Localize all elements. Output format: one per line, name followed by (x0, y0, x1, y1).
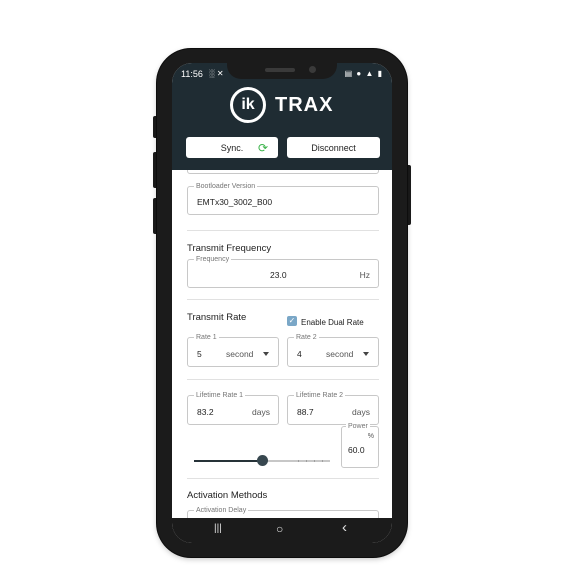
status-time: 11:56 (181, 69, 203, 79)
chevron-down-icon (363, 352, 369, 356)
activation-delay-field[interactable]: Activation Delay (187, 506, 379, 518)
power-label: Power (346, 422, 370, 431)
bootloader-version-value: EMTx30_3002_B00 (197, 197, 273, 207)
bootloader-version-field: Bootloader Version EMTx30_3002_B00 (187, 182, 379, 215)
chevron-down-icon (263, 352, 269, 356)
app-header: 11:56 ░ ✕ ▤ ● ▲ ▮ ik TRAX Sync. ⟳ Discon… (172, 63, 392, 170)
disconnect-button-label: Disconnect (311, 142, 356, 153)
lifetime-rate2-label: Lifetime Rate 2 (294, 391, 346, 400)
activation-methods-title: Activation Methods (187, 490, 268, 501)
rate1-select[interactable]: Rate 1 5 second (187, 333, 279, 367)
logo-text: TRAX (275, 93, 334, 116)
speaker-grille (265, 68, 295, 72)
settings-scroll-area[interactable]: Bootloader Version EMTx30_3002_B00 Trans… (172, 170, 392, 518)
power-slider-thumb[interactable] (257, 455, 268, 466)
phone-screen: 11:56 ░ ✕ ▤ ● ▲ ▮ ik TRAX Sync. ⟳ Discon… (172, 63, 392, 543)
lifetime-rate1-unit: days (252, 407, 270, 417)
rate1-label: Rate 1 (194, 333, 219, 342)
lifetime-rate1-field: Lifetime Rate 1 83.2 days (187, 391, 279, 425)
slider-tick (314, 460, 315, 462)
rate2-value: 4 (297, 349, 302, 359)
stage: 11:56 ░ ✕ ▤ ● ▲ ▮ ik TRAX Sync. ⟳ Discon… (0, 0, 582, 582)
android-nav-bar: ||| ○ ‹ (172, 518, 392, 543)
divider (187, 230, 379, 231)
dual-rate-checkbox[interactable]: ✓ (287, 316, 297, 326)
notch (227, 63, 337, 79)
divider (187, 478, 379, 479)
check-icon: ✓ (288, 316, 296, 325)
rate2-label: Rate 2 (294, 333, 319, 342)
divider (187, 299, 379, 300)
recents-button[interactable]: ||| (214, 523, 222, 534)
notification-icons: ░ ✕ (209, 69, 224, 78)
rate1-value: 5 (197, 349, 202, 359)
transmit-frequency-title: Transmit Frequency (187, 243, 272, 254)
disconnect-button[interactable]: Disconnect (287, 137, 380, 158)
power-field[interactable]: Power % 60.0 (341, 422, 379, 468)
front-camera (309, 66, 316, 73)
previous-field-partial[interactable] (187, 170, 379, 174)
power-value: 60.0 (348, 445, 365, 455)
activation-delay-label: Activation Delay (194, 506, 249, 515)
rate2-unit: second (326, 349, 354, 359)
bootloader-version-label: Bootloader Version (194, 182, 258, 191)
lifetime-rate1-value: 83.2 (197, 407, 214, 417)
slider-tick (298, 460, 299, 462)
frequency-unit: Hz (359, 270, 370, 280)
slider-tick (322, 460, 323, 462)
frequency-value: 23.0 (270, 270, 287, 280)
lifetime-rate2-unit: days (352, 407, 370, 417)
lifetime-rate2-value: 88.7 (297, 407, 314, 417)
back-button[interactable]: ‹ (342, 519, 347, 536)
frequency-label: Frequency (194, 255, 232, 264)
home-button[interactable]: ○ (276, 522, 283, 536)
divider (187, 379, 379, 380)
logo-mark-icon: ik (230, 87, 266, 123)
lifetime-rate1-label: Lifetime Rate 1 (194, 391, 246, 400)
transmit-rate-title: Transmit Rate (187, 312, 247, 323)
lifetime-rate2-field: Lifetime Rate 2 88.7 days (287, 391, 379, 425)
power-slider[interactable] (194, 455, 330, 466)
sync-button-label: Sync. (220, 142, 244, 153)
power-slider-fill (194, 460, 262, 462)
app-logo: ik TRAX (230, 87, 333, 123)
power-unit: % (367, 433, 374, 440)
sync-button[interactable]: Sync. ⟳ (186, 137, 278, 158)
dual-rate-label: Enable Dual Rate (301, 318, 364, 327)
sync-icon: ⟳ (257, 141, 268, 155)
slider-tick (306, 460, 307, 462)
rate1-unit: second (226, 349, 254, 359)
rate2-select[interactable]: Rate 2 4 second (287, 333, 379, 367)
frequency-field[interactable]: Frequency 23.0 Hz (187, 255, 379, 288)
signal-wifi-battery-icon: ▤ ● ▲ ▮ (344, 69, 383, 78)
